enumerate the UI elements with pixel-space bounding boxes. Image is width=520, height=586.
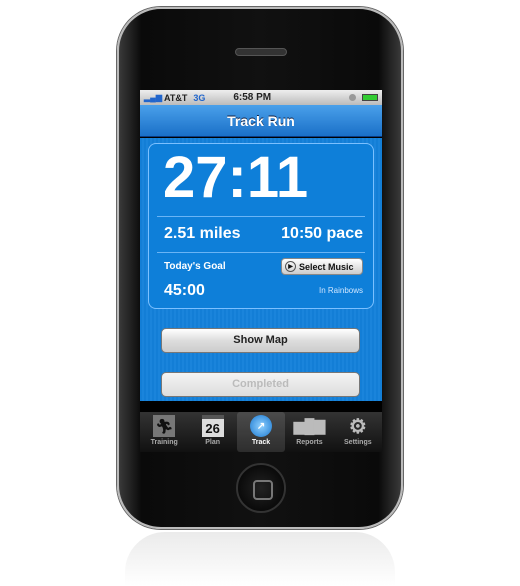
tab-label: Settings xyxy=(344,439,372,446)
phone-screen: ▂▄▆ AT&T 3G 6:58 PM Track Run 27:11 2.51… xyxy=(140,90,382,452)
tab-reports[interactable]: ▆█▇ Reports xyxy=(285,412,333,452)
tab-label: Training xyxy=(150,439,178,446)
home-button[interactable] xyxy=(236,463,286,513)
tab-bar: 🏃︎ Training 26 Plan ↗ Track ▆█▇ Reports ⚙ Set… xyxy=(140,412,382,452)
nav-title: Track Run xyxy=(140,105,382,137)
tab-training[interactable]: 🏃︎ Training xyxy=(140,412,188,452)
status-bar: ▂▄▆ AT&T 3G 6:58 PM xyxy=(140,90,382,105)
bar-chart-icon: ▆█▇ xyxy=(293,417,326,434)
gear-icon: ⚙ xyxy=(348,415,367,438)
goal-label: Today's Goal xyxy=(164,261,226,272)
runner-icon: 🏃︎ xyxy=(153,415,176,437)
tab-settings[interactable]: ⚙ Settings xyxy=(334,412,382,452)
stopwatch-icon: ↗ xyxy=(250,415,273,437)
clock: 6:58 PM xyxy=(233,92,272,103)
pace: 10:50 pace xyxy=(281,225,363,242)
completed-button[interactable]: Completed xyxy=(161,372,360,397)
select-music-label: Select Music xyxy=(299,261,354,272)
tab-plan[interactable]: 26 Plan xyxy=(188,412,236,452)
signal-icon: ▂▄▆ xyxy=(144,93,162,102)
carrier: AT&T xyxy=(163,92,188,103)
battery-icon xyxy=(362,94,378,101)
tab-label: Track xyxy=(251,439,271,446)
run-stats-card: 27:11 2.51 miles 10:50 pace Today's Goal… xyxy=(148,143,374,309)
phone-reflection xyxy=(125,532,395,586)
elapsed-time: 27:11 xyxy=(163,145,309,210)
tab-label: Reports xyxy=(296,439,323,446)
calendar-icon: 26 xyxy=(201,415,224,437)
track-run-panel: 27:11 2.51 miles 10:50 pace Today's Goal… xyxy=(140,138,382,401)
divider xyxy=(157,252,365,253)
select-music-button[interactable]: ▶ Select Music xyxy=(281,258,363,275)
earpiece-speaker xyxy=(235,48,287,56)
divider xyxy=(157,216,365,217)
tab-label: Plan xyxy=(205,439,220,446)
goal-value: 45:00 xyxy=(164,282,205,299)
distance: 2.51 miles xyxy=(164,225,241,242)
play-icon: ▶ xyxy=(285,261,296,272)
album-name: In Rainbows xyxy=(318,286,363,295)
alarm-icon xyxy=(349,94,356,101)
tab-track[interactable]: ↗ Track xyxy=(236,412,286,452)
network-type: 3G xyxy=(193,92,206,103)
show-map-button[interactable]: Show Map xyxy=(161,328,360,353)
